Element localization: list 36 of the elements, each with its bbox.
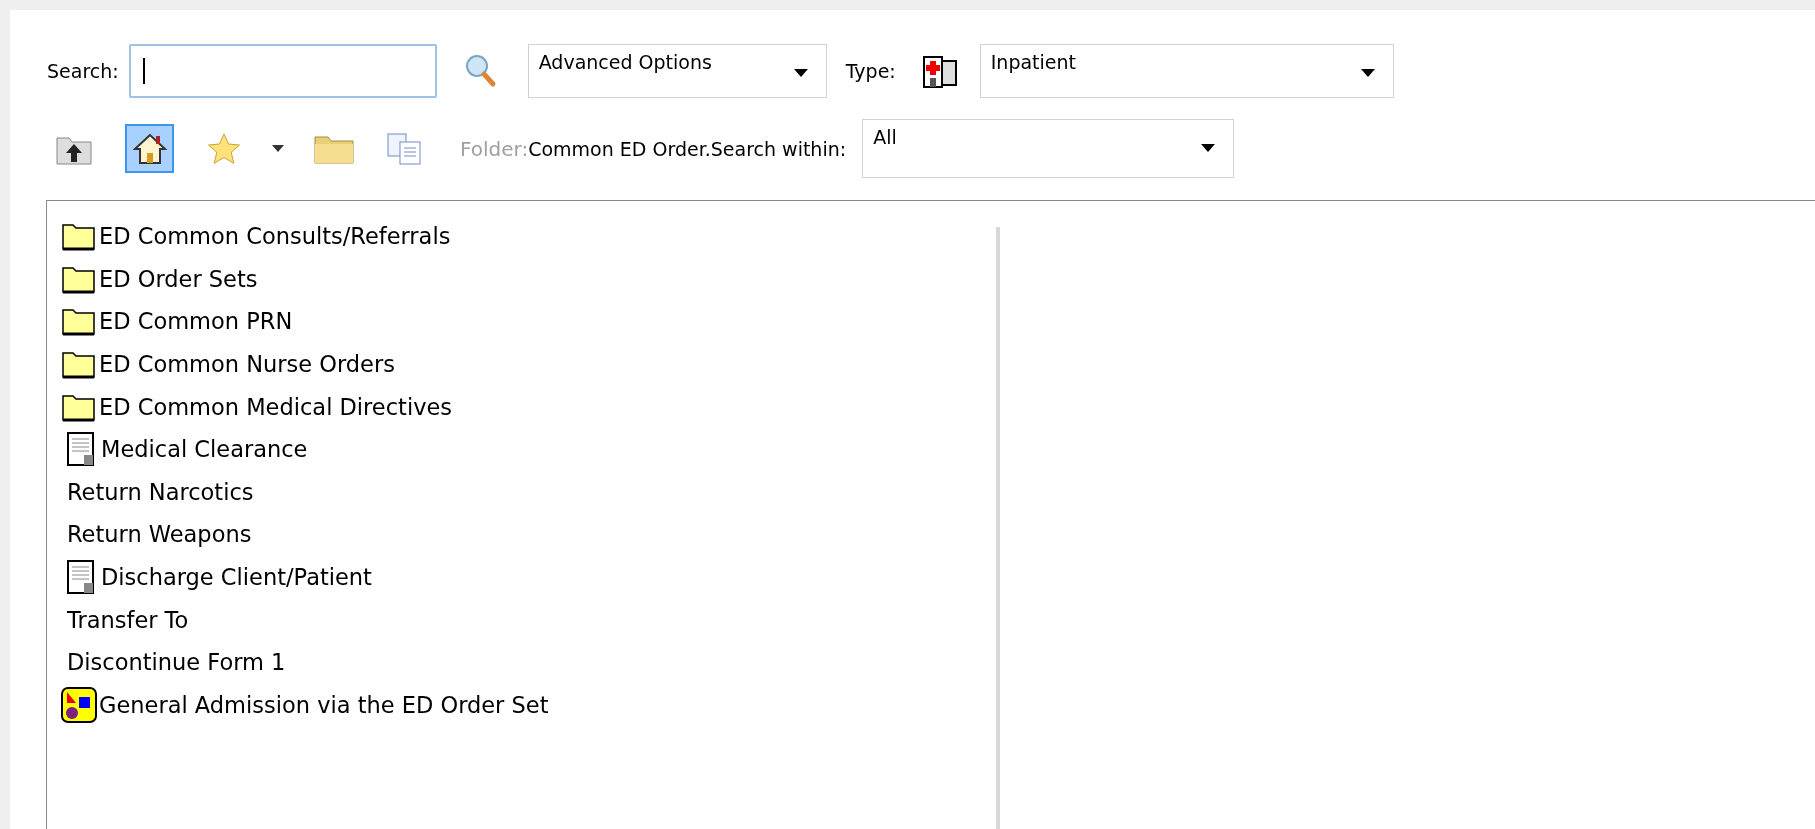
search-field[interactable] — [128, 43, 437, 98]
list-item[interactable]: ED Common Medical Directives — [47, 385, 996, 428]
folder-label: Folder: — [460, 136, 529, 161]
type-dropdown[interactable]: Inpatient — [979, 43, 1394, 98]
search-icon[interactable] — [464, 52, 497, 89]
list-item[interactable]: Medical Clearance — [47, 427, 996, 471]
caret-icon — [272, 145, 284, 152]
caret-icon — [793, 68, 808, 77]
document-icon — [65, 559, 97, 596]
list-item[interactable]: ED Common PRN — [47, 300, 996, 343]
search-within-dropdown[interactable]: All — [862, 119, 1235, 178]
document-icon — [65, 431, 97, 468]
list-item[interactable]: Transfer To — [47, 598, 996, 641]
search-within-label: Search within: — [710, 137, 847, 160]
folder-name: Common ED Order. — [528, 137, 711, 160]
folder-icon — [61, 221, 97, 252]
folder-icon — [61, 349, 97, 380]
list-item[interactable]: General Admission via the ED Order Set — [47, 683, 996, 727]
caret-icon — [1201, 144, 1216, 152]
list-item[interactable]: ED Common Consults/Referrals — [47, 215, 996, 258]
folder-icon — [61, 306, 97, 337]
type-label: Type: — [845, 59, 896, 82]
star-icon — [206, 131, 242, 166]
caret-icon — [1360, 68, 1375, 77]
home-button[interactable] — [125, 124, 174, 173]
search-label: Search: — [47, 59, 119, 82]
list-item[interactable]: ED Order Sets — [47, 257, 996, 301]
list-item[interactable]: Discharge Client/Patient — [47, 555, 996, 599]
list-item[interactable]: Discontinue Form 1 — [47, 640, 996, 684]
folder-icon — [314, 133, 354, 164]
list-item[interactable]: Return Weapons — [47, 513, 996, 556]
order-set-icon — [61, 686, 97, 723]
list-item[interactable]: ED Common Nurse Orders — [47, 342, 996, 386]
advanced-options-dropdown[interactable]: Advanced Options — [527, 43, 827, 98]
copy-icon — [386, 131, 424, 166]
list-item[interactable]: Return Narcotics — [47, 470, 996, 514]
